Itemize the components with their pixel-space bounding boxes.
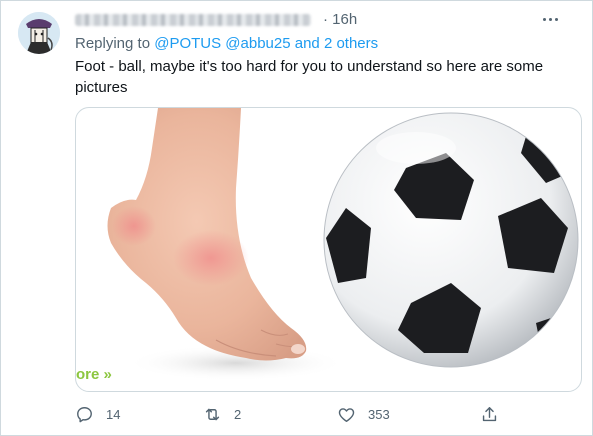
more-link-overlay[interactable]: ore »	[76, 366, 112, 383]
media-images[interactable]	[76, 108, 581, 391]
tweet-header: · 16h	[75, 10, 575, 30]
heart-icon	[338, 407, 355, 422]
timestamp-value[interactable]: 16h	[332, 11, 357, 28]
replying-mentions-link[interactable]: @POTUS @abbu25	[154, 35, 290, 52]
soccer-ball-image	[323, 112, 579, 368]
tweet-text: Foot - ball, maybe it's too hard for you…	[75, 58, 544, 96]
replying-others-link[interactable]: and 2 others	[291, 35, 378, 52]
retweet-button[interactable]: 2	[203, 402, 241, 426]
share-icon	[482, 406, 497, 421]
tweet-actions: 14 2 353	[75, 402, 580, 426]
foot-image	[107, 108, 346, 381]
avatar[interactable]	[18, 12, 60, 54]
reply-icon	[77, 406, 92, 422]
more-options-icon[interactable]	[539, 10, 563, 30]
timestamp[interactable]: · 16h	[323, 11, 357, 28]
reply-count: 14	[106, 406, 121, 422]
retweet-icon	[205, 408, 220, 420]
like-button[interactable]: 353	[337, 402, 390, 426]
replying-to: Replying to @POTUS @abbu25 and 2 others	[75, 35, 378, 52]
author-name-redacted[interactable]	[75, 14, 311, 26]
reply-button[interactable]: 14	[75, 402, 120, 426]
replying-prefix: Replying to	[75, 35, 155, 52]
like-count: 353	[368, 406, 390, 422]
tweet-media[interactable]: ore »	[75, 107, 582, 392]
retweet-count: 2	[234, 406, 242, 422]
share-button[interactable]	[480, 402, 499, 426]
